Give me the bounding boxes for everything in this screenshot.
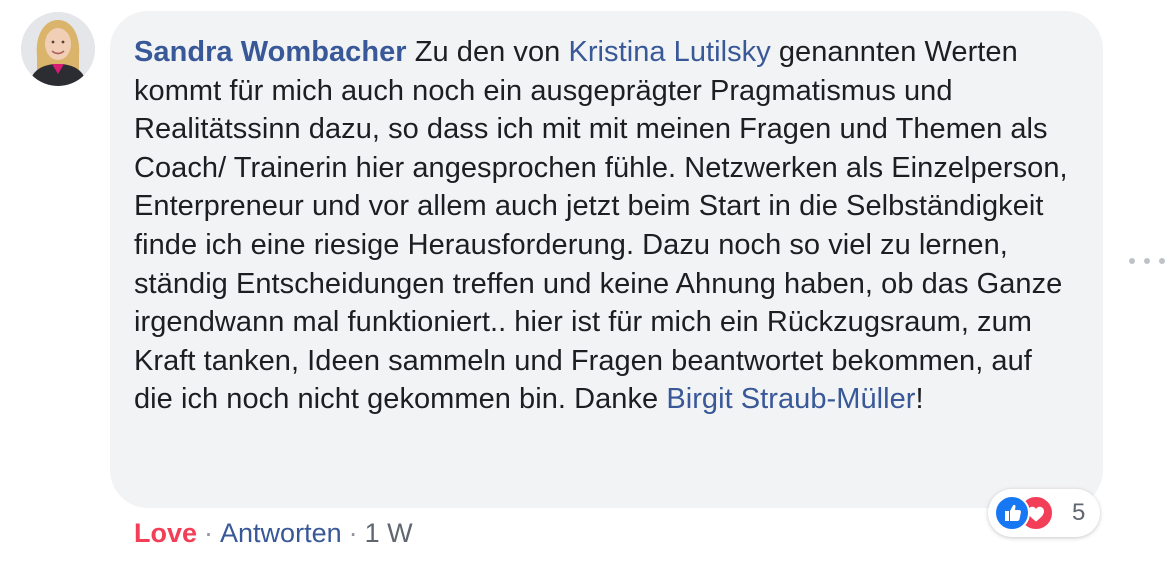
mention-link[interactable]: Birgit Straub-Müller [666,383,915,415]
avatar-photo [21,12,95,86]
author-avatar[interactable] [21,12,95,86]
comment-text-part: genannten Werten kommt für mich auch noc… [134,36,1068,416]
love-reaction-button[interactable]: Love [134,518,197,548]
comment-text-part: ! [915,383,924,416]
like-icon [994,495,1030,531]
reaction-count: 5 [1072,499,1086,526]
more-options-button[interactable] [1129,253,1165,269]
comment-bubble: Sandra Wombacher Zu den von Kristina Lut… [110,11,1103,508]
separator: · [348,518,358,548]
comment-timestamp[interactable]: 1 W [365,518,413,548]
more-options-dot [1144,258,1150,264]
reply-button[interactable]: Antworten [220,518,342,548]
separator: · [204,518,214,548]
more-options-dot [1159,258,1165,264]
comment-text: Sandra Wombacher Zu den von Kristina Lut… [134,33,1074,419]
comment-author-link[interactable]: Sandra Wombacher [134,36,407,68]
comment-actions: Love · Antworten · 1 W [134,515,413,551]
more-options-dot [1129,258,1135,264]
reactions-summary[interactable]: 5 [988,489,1100,537]
mention-link[interactable]: Kristina Lutilsky [568,36,770,68]
comment-text-part: Zu den von [406,36,569,68]
